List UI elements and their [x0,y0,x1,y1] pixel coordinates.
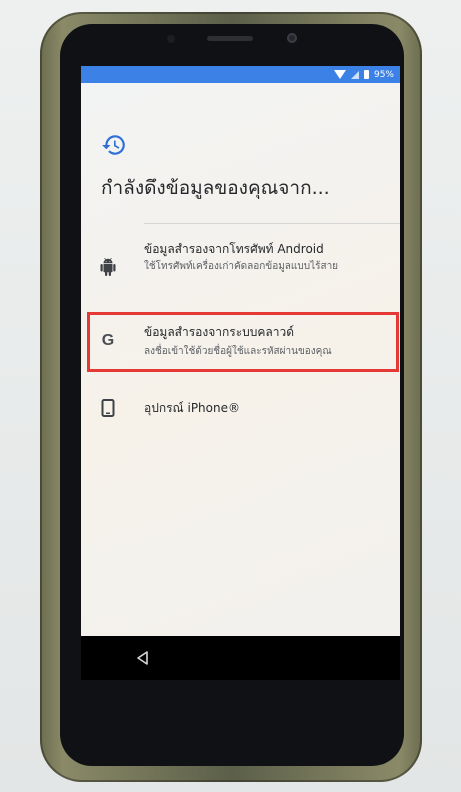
proximity-sensor [167,35,175,43]
option-android-backup[interactable]: ข้อมูลสำรองจากโทรศัพท์ Android ใช้โทรศัพ… [81,236,400,306]
signal-icon [350,70,359,79]
wifi-icon [333,70,346,79]
navigation-bar [81,636,400,680]
option-title: ข้อมูลสำรองจากระบบคลาวด์ [144,325,295,339]
page-title: กำลังดึงข้อมูลของคุณจาก... [101,177,330,199]
option-subtitle: ลงชื่อเข้าใช้ด้วยชื่อผู้ใช้และรหัสผ่านขอ… [144,346,332,357]
google-icon: G [97,330,119,352]
battery-percentage: 95% [373,69,394,80]
divider [144,223,400,224]
option-subtitle: ใช้โทรศัพท์เครื่องเก่าคัดลอกข้อมูลแบบไร้… [144,261,339,272]
history-icon [102,135,125,155]
back-triangle-icon[interactable] [135,650,151,666]
battery-icon [363,70,369,79]
option-title: ข้อมูลสำรองจากโทรศัพท์ Android [144,242,324,256]
front-camera [287,33,297,43]
earpiece-speaker [207,36,253,41]
android-icon [97,256,119,278]
google-letter: G [101,332,115,349]
phone-screen: 95% กำลังดึงข้อมูลของคุณจาก... ข้อมูลสำร… [81,66,400,680]
option-cloud-backup[interactable]: G ข้อมูลสำรองจากระบบคลาวด์ ลงชื่อเข้าใช้… [81,316,400,368]
status-bar: 95% [81,66,400,83]
phone-icon [97,397,119,419]
option-iphone-device[interactable]: อุปกรณ์ iPhone® [81,392,400,426]
option-title: อุปกรณ์ iPhone® [144,401,240,415]
